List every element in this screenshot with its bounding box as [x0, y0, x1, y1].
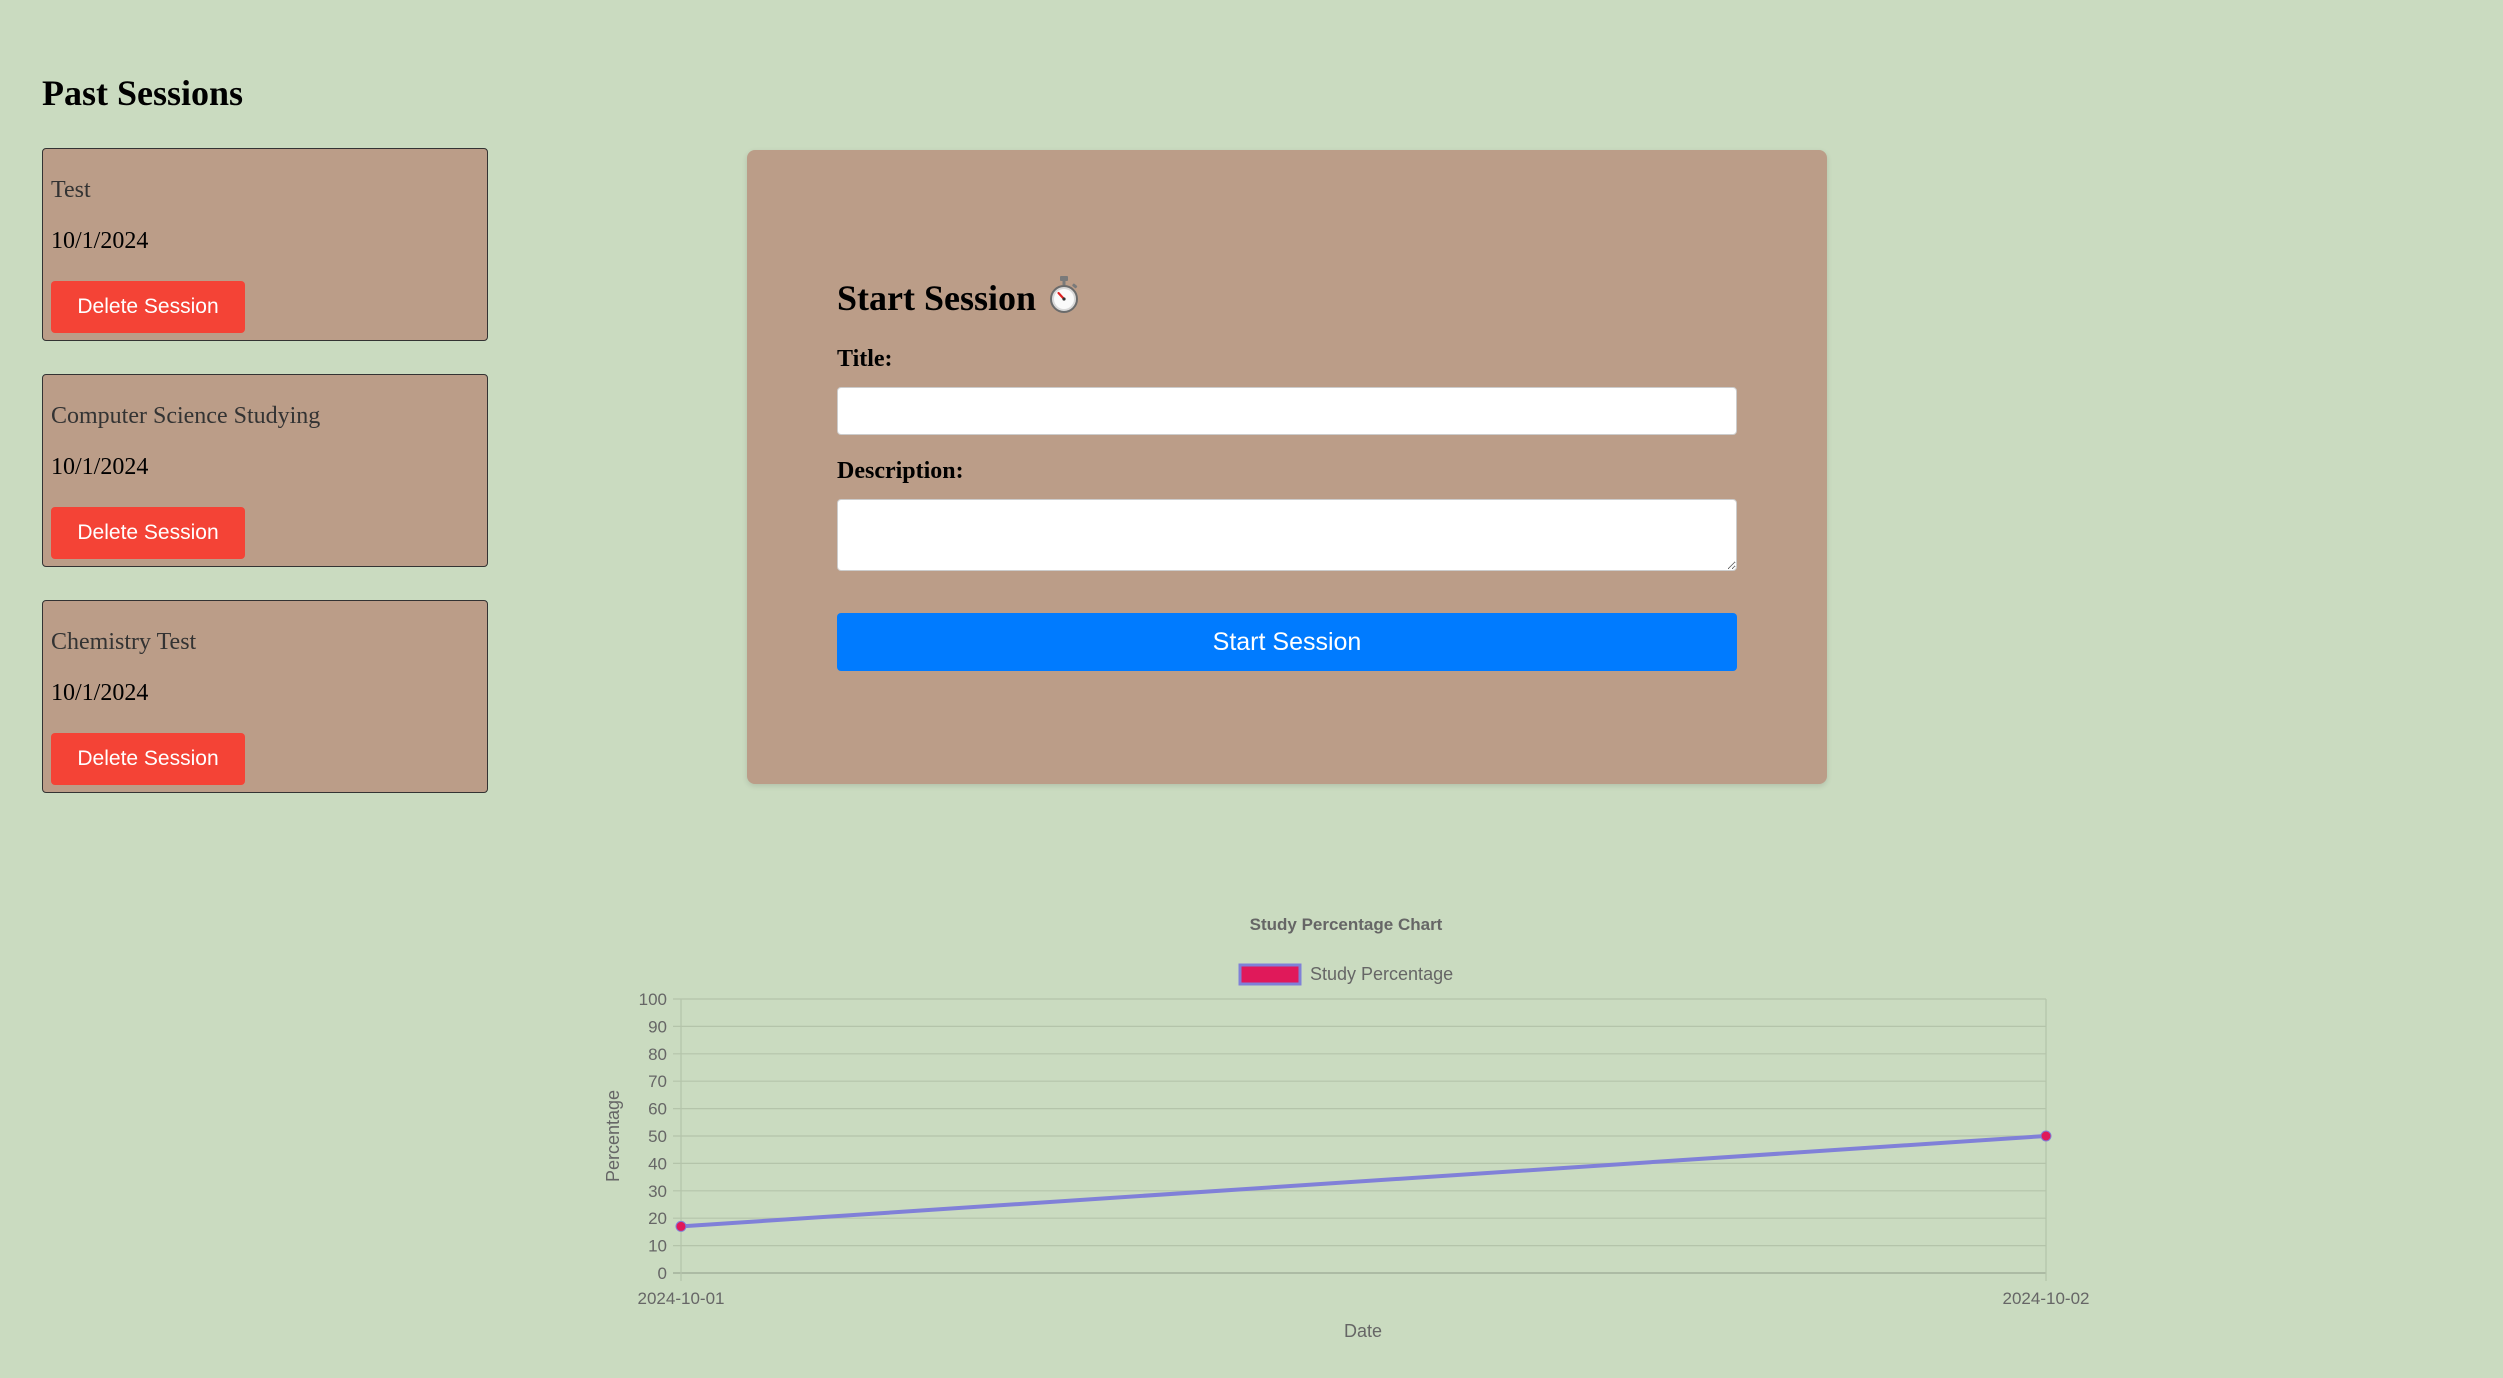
series-line: [680, 1134, 2047, 1229]
y-tick-label: 80: [648, 1045, 667, 1064]
x-tick-label: 2024-10-02: [2003, 1289, 2090, 1308]
y-tick-label: 10: [648, 1237, 667, 1256]
y-axis-title: Percentage: [603, 1090, 623, 1182]
legend-label: Study Percentage: [1310, 964, 1453, 984]
data-point: [675, 1220, 687, 1232]
x-axis-title: Date: [1344, 1321, 1382, 1341]
legend-swatch: [1238, 963, 1302, 986]
y-tick-label: 20: [648, 1209, 667, 1228]
y-tick-label: 0: [658, 1264, 667, 1283]
y-tick-label: 100: [639, 990, 667, 1009]
chart-series: [675, 1130, 2052, 1232]
study-percentage-chart: Study Percentage Chart Study Percentage …: [603, 915, 2090, 1341]
y-tick-label: 90: [648, 1017, 667, 1036]
chart-title: Study Percentage Chart: [1250, 915, 1443, 934]
chart-grid: [673, 998, 2047, 1281]
data-point: [2040, 1130, 2052, 1142]
y-tick-label: 40: [648, 1154, 667, 1173]
x-tick-label: 2024-10-01: [638, 1289, 725, 1308]
y-tick-label: 60: [648, 1100, 667, 1119]
y-tick-label: 50: [648, 1127, 667, 1146]
y-tick-label: 30: [648, 1182, 667, 1201]
y-tick-label: 70: [648, 1072, 667, 1091]
